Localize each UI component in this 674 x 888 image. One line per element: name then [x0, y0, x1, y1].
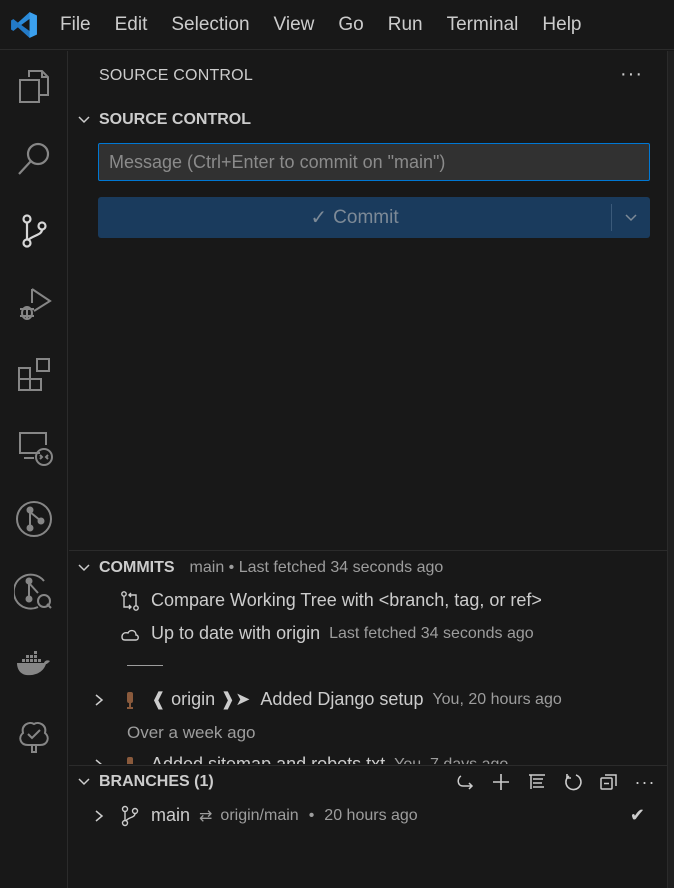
commit-button-group: ✓ Commit: [98, 197, 650, 238]
sync-icon: ⇄: [199, 807, 213, 825]
menu-bar: File Edit Selection View Go Run Terminal…: [0, 0, 674, 50]
section-title: COMMITS: [99, 559, 175, 576]
check-icon: ✓: [310, 207, 328, 229]
commit-author-time: You, 7 days ago: [394, 755, 509, 765]
menu-view[interactable]: View: [262, 0, 327, 50]
sidebar-scrollbar[interactable]: [667, 51, 674, 888]
commit-label: Commit: [333, 206, 399, 228]
more-actions-button[interactable]: ···: [620, 63, 643, 86]
commit-author-time: You, 20 hours ago: [432, 690, 562, 708]
chevron-right-icon: [89, 809, 109, 823]
collapse-all-icon[interactable]: [597, 770, 621, 794]
sidebar-title: SOURCE CONTROL: [99, 67, 253, 84]
branches-toolbar: ···: [453, 770, 657, 794]
section-title: BRANCHES (1): [99, 773, 214, 790]
source-control-icon[interactable]: [0, 195, 68, 267]
commit-message-input[interactable]: [98, 143, 650, 181]
origin-remote-tag: ❰ origin ❱➤: [151, 689, 251, 709]
row-label: Compare Working Tree with <branch, tag, …: [151, 590, 542, 610]
run-debug-icon[interactable]: [0, 267, 68, 339]
menu-run[interactable]: Run: [376, 0, 435, 50]
commits-section-header[interactable]: COMMITS main • Last fetched 34 seconds a…: [69, 553, 667, 583]
branch-time: 20 hours ago: [324, 806, 418, 824]
row-description: Last fetched 34 seconds ago: [329, 624, 534, 642]
commit-message: Added sitemap and robots.txt: [151, 754, 386, 764]
commit-row[interactable]: Added sitemap and robots.txt You, 7 days…: [69, 748, 667, 764]
menu-terminal[interactable]: Terminal: [435, 0, 531, 50]
cloud-icon: [119, 623, 141, 645]
commit-dropdown-button[interactable]: [612, 197, 650, 238]
tree-check-icon[interactable]: [0, 699, 68, 771]
chevron-down-icon: [69, 113, 99, 127]
commit-button[interactable]: ✓ Commit: [98, 197, 611, 238]
more-icon[interactable]: ···: [633, 770, 657, 794]
commit-row[interactable]: ❰ origin ❱➤ Added Django setup You, 20 h…: [69, 683, 667, 716]
branch-name: main: [151, 805, 191, 825]
avatar-icon: [119, 689, 141, 711]
pane-divider[interactable]: [69, 550, 667, 551]
vscode-logo-icon: [0, 0, 48, 50]
checkmark-icon: ✔: [629, 805, 645, 825]
avatar-icon: [119, 754, 141, 764]
chevron-down-icon: [625, 213, 637, 221]
list-tree-icon[interactable]: [525, 770, 549, 794]
compare-icon: [119, 590, 141, 612]
chevron-down-icon: [69, 775, 99, 789]
refresh-icon[interactable]: [561, 770, 585, 794]
section-title: SOURCE CONTROL: [99, 111, 251, 128]
chevron-right-icon: [89, 693, 109, 707]
branch-row-main[interactable]: main ⇄ origin/main • 20 hours ago ✔: [69, 799, 667, 832]
source-control-sidebar: SOURCE CONTROL ··· SOURCE CONTROL ✓ Comm…: [69, 51, 667, 888]
explorer-icon[interactable]: [0, 51, 68, 123]
branch-icon: [119, 805, 141, 827]
commit-group-label: Over a week ago: [127, 722, 256, 742]
up-to-date-row[interactable]: Up to date with origin Last fetched 34 s…: [69, 617, 667, 650]
chevron-down-icon: [69, 561, 99, 575]
compare-working-tree-row[interactable]: Compare Working Tree with <branch, tag, …: [69, 584, 667, 617]
menu-file[interactable]: File: [48, 0, 103, 50]
gitlens-icon[interactable]: [0, 483, 68, 555]
docker-icon[interactable]: [0, 627, 68, 699]
commit-message: Added Django setup: [260, 689, 424, 709]
menu-selection[interactable]: Selection: [159, 0, 261, 50]
chevron-right-icon: [89, 758, 109, 764]
section-description: main • Last fetched 34 seconds ago: [189, 559, 444, 576]
branch-upstream: origin/main: [220, 806, 299, 824]
remote-explorer-icon[interactable]: [0, 411, 68, 483]
switch-branch-icon[interactable]: [453, 770, 477, 794]
separator-dot: •: [308, 806, 315, 824]
row-label: Up to date with origin: [151, 623, 321, 643]
gitlens-inspect-icon[interactable]: [0, 555, 68, 627]
separator-line: [127, 665, 163, 666]
menu-help[interactable]: Help: [530, 0, 593, 50]
branches-section-header[interactable]: BRANCHES (1) ···: [69, 767, 667, 797]
extensions-icon[interactable]: [0, 339, 68, 411]
menu-go[interactable]: Go: [326, 0, 375, 50]
search-icon[interactable]: [0, 123, 68, 195]
add-icon[interactable]: [489, 770, 513, 794]
activity-bar: [0, 51, 68, 888]
source-control-section-header[interactable]: SOURCE CONTROL: [69, 105, 667, 135]
menu-edit[interactable]: Edit: [103, 0, 160, 50]
pane-divider[interactable]: [69, 765, 667, 766]
